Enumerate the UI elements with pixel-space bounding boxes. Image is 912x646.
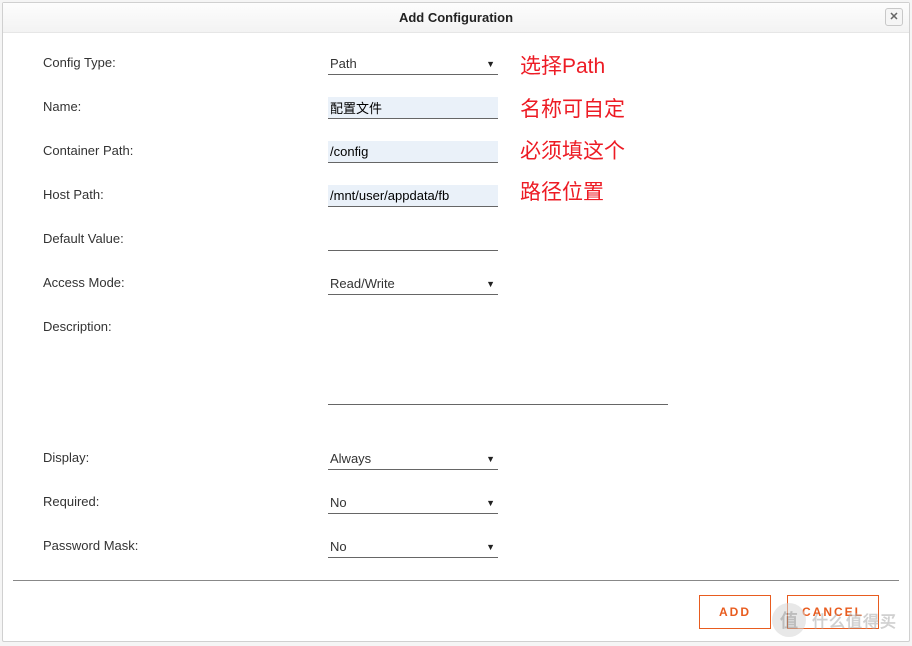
select-display-value: Always (330, 451, 371, 466)
row-config-type: Config Type: Path ▼ (43, 53, 869, 75)
chevron-down-icon: ▼ (486, 454, 495, 464)
select-password-mask-value: No (330, 539, 347, 554)
label-description: Description: (43, 317, 328, 334)
row-required: Required: No ▼ (43, 492, 869, 514)
label-access-mode: Access Mode: (43, 273, 328, 290)
input-name[interactable] (328, 97, 498, 119)
dialog-body: Config Type: Path ▼ Name: Container Path… (3, 33, 909, 558)
close-button[interactable]: ✕ (885, 8, 903, 26)
row-password-mask: Password Mask: No ▼ (43, 536, 869, 558)
row-display: Display: Always ▼ (43, 448, 869, 470)
select-required-value: No (330, 495, 347, 510)
textarea-description[interactable] (328, 317, 668, 405)
select-password-mask[interactable]: No ▼ (328, 536, 498, 558)
label-password-mask: Password Mask: (43, 536, 328, 553)
add-configuration-dialog: Add Configuration ✕ Config Type: Path ▼ … (2, 2, 910, 642)
label-config-type: Config Type: (43, 53, 328, 70)
row-container-path: Container Path: (43, 141, 869, 163)
select-access-mode[interactable]: Read/Write ▼ (328, 273, 498, 295)
label-display: Display: (43, 448, 328, 465)
input-default-value[interactable] (328, 229, 498, 251)
row-default-value: Default Value: (43, 229, 869, 251)
row-name: Name: (43, 97, 869, 119)
select-config-type[interactable]: Path ▼ (328, 53, 498, 75)
select-display[interactable]: Always ▼ (328, 448, 498, 470)
chevron-down-icon: ▼ (486, 59, 495, 69)
label-required: Required: (43, 492, 328, 509)
chevron-down-icon: ▼ (486, 279, 495, 289)
input-container-path[interactable] (328, 141, 498, 163)
row-access-mode: Access Mode: Read/Write ▼ (43, 273, 869, 295)
label-default-value: Default Value: (43, 229, 328, 246)
annotation-container-path: 必须填这个 (520, 135, 625, 165)
chevron-down-icon: ▼ (486, 498, 495, 508)
annotation-config-type: 选择Path (520, 50, 605, 80)
add-button[interactable]: ADD (699, 595, 771, 629)
label-name: Name: (43, 97, 328, 114)
label-host-path: Host Path: (43, 185, 328, 202)
select-access-mode-value: Read/Write (330, 276, 395, 291)
input-host-path[interactable] (328, 185, 498, 207)
close-icon: ✕ (889, 2, 898, 32)
select-config-type-value: Path (330, 56, 357, 71)
dialog-title: Add Configuration (399, 10, 513, 25)
row-description: Description: (43, 317, 869, 408)
dialog-header: Add Configuration ✕ (3, 3, 909, 33)
footer-divider (13, 580, 899, 581)
dialog-footer: ADD CANCEL (699, 595, 879, 629)
annotation-name: 名称可自定 (520, 93, 625, 123)
label-container-path: Container Path: (43, 141, 328, 158)
row-host-path: Host Path: (43, 185, 869, 207)
select-required[interactable]: No ▼ (328, 492, 498, 514)
annotation-host-path: 路径位置 (520, 176, 604, 206)
chevron-down-icon: ▼ (486, 542, 495, 552)
cancel-button[interactable]: CANCEL (787, 595, 879, 629)
